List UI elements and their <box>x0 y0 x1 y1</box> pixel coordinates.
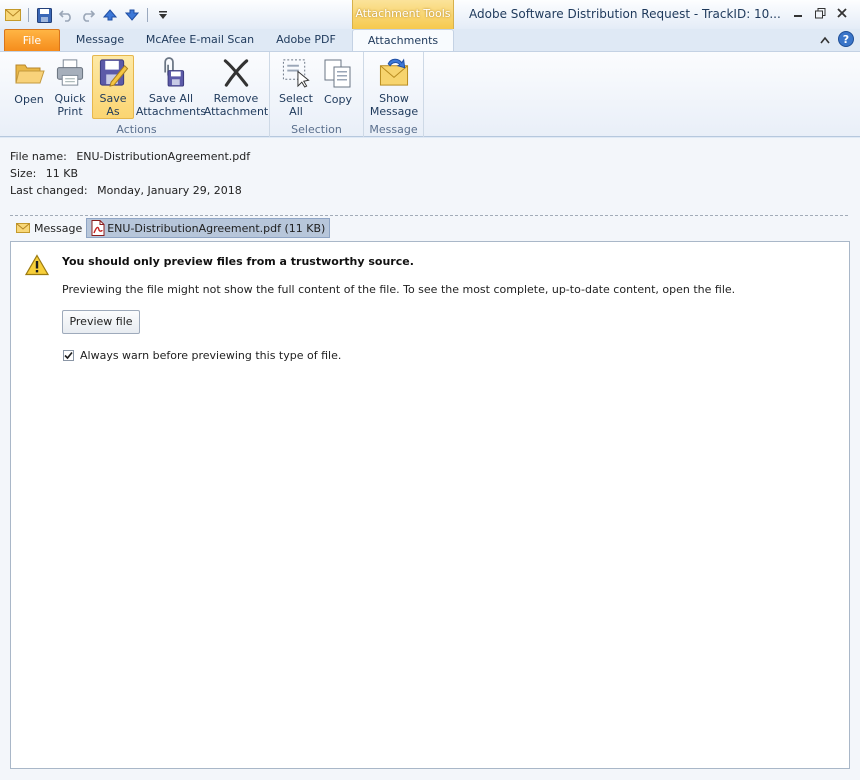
save-all-label-1: Save All <box>148 92 194 105</box>
save-all-label-2: Attachments <box>135 105 207 118</box>
collapse-ribbon-icon[interactable] <box>820 34 830 47</box>
select-all-label-2: All <box>289 105 303 118</box>
separator-line <box>10 215 848 216</box>
last-changed-label: Last changed: <box>10 184 88 197</box>
preview-pane: You should only preview files from a tru… <box>10 241 850 769</box>
warning-icon <box>25 254 49 276</box>
arrow-up-icon[interactable] <box>101 6 119 24</box>
pdf-file-icon <box>91 220 105 236</box>
remove-label-1: Remove <box>213 92 259 105</box>
copy-icon <box>324 59 351 88</box>
preview-file-button[interactable]: Preview file <box>62 310 140 334</box>
redo-icon[interactable] <box>79 6 97 24</box>
attachment-tabs: Message ENU-DistributionAgreement.pdf (1… <box>12 218 331 238</box>
window-controls <box>790 5 850 21</box>
tab-adobe-pdf[interactable]: Adobe PDF <box>264 29 348 51</box>
copy-button[interactable]: Copy <box>318 55 358 119</box>
file-size-row: Size: 11 KB <box>10 165 256 182</box>
show-message-label-1: Show <box>379 92 409 105</box>
tab-mcafee-email-scan[interactable]: McAfee E-mail Scan <box>140 29 260 51</box>
window-title: Adobe Software Distribution Request - Tr… <box>469 7 781 21</box>
file-info: File name: ENU-DistributionAgreement.pdf… <box>10 148 256 199</box>
ribbon-group-message: Show Message Message <box>364 52 424 137</box>
help-icon[interactable]: ? <box>838 31 854 50</box>
tab-message[interactable]: Message <box>64 29 136 51</box>
folder-open-icon <box>15 64 45 84</box>
pdf-attachment-tab[interactable]: ENU-DistributionAgreement.pdf (11 KB) <box>86 218 331 238</box>
last-changed-row: Last changed: Monday, January 29, 2018 <box>10 182 256 199</box>
file-size-value: 11 KB <box>45 167 79 180</box>
file-name-label: File name: <box>10 150 67 163</box>
save-all-attachments-button[interactable]: Save All Attachments <box>136 55 206 119</box>
save-as-button[interactable]: Save As <box>92 55 134 119</box>
envelope-icon <box>16 223 30 233</box>
help-area: ? <box>820 31 854 50</box>
warning-title: You should only preview files from a tru… <box>62 255 414 268</box>
ribbon-group-selection: Select All Copy Selection <box>270 52 364 137</box>
maximize-icon[interactable] <box>812 5 828 21</box>
quick-print-button[interactable]: Quick Print <box>50 55 90 119</box>
group-label-actions: Actions <box>116 123 157 136</box>
attachment-content-area: File name: ENU-DistributionAgreement.pdf… <box>0 138 860 780</box>
remove-attachment-button[interactable]: Remove Attachment <box>204 55 268 119</box>
file-size-label: Size: <box>10 167 37 180</box>
ribbon-group-actions: Open Quick Print Save As Save All Attach… <box>4 52 270 137</box>
open-button[interactable]: Open <box>8 55 50 119</box>
svg-text:?: ? <box>843 33 849 46</box>
always-warn-label: Always warn before previewing this type … <box>80 349 342 362</box>
file-name-row: File name: ENU-DistributionAgreement.pdf <box>10 148 256 165</box>
title-bar: Attachment Tools Adobe Software Distribu… <box>0 0 860 29</box>
minimize-icon[interactable] <box>790 5 806 21</box>
select-all-label-1: Select <box>279 92 313 105</box>
undo-icon[interactable] <box>57 6 75 24</box>
ribbon: Open Quick Print Save As Save All Attach… <box>0 51 860 137</box>
save-as-label-1: Save <box>99 92 127 105</box>
customize-toolbar-icon[interactable] <box>154 6 172 24</box>
group-label-message: Message <box>369 123 418 136</box>
qat-separator <box>28 8 29 22</box>
attachment-tools-context-tab: Attachment Tools <box>352 0 454 29</box>
save-as-label-2: As <box>106 105 120 118</box>
warning-text: Previewing the file might not show the f… <box>62 283 736 296</box>
select-all-button[interactable]: Select All <box>274 55 318 119</box>
save-icon[interactable] <box>35 6 53 24</box>
open-label: Open <box>14 93 44 106</box>
show-message-button[interactable]: Show Message <box>368 55 420 119</box>
tab-file[interactable]: File <box>4 29 60 51</box>
printer-icon <box>56 59 84 86</box>
pdf-tab-label: ENU-DistributionAgreement.pdf (11 KB) <box>107 221 326 235</box>
show-message-label-2: Message <box>369 105 419 118</box>
remove-label-2: Attachment <box>203 105 269 118</box>
qat-separator <box>147 8 148 22</box>
quick-access-toolbar <box>4 6 172 24</box>
save-all-attachments-icon <box>164 57 185 87</box>
checkmark-icon <box>64 351 73 360</box>
envelope-icon <box>4 6 22 24</box>
show-message-icon <box>379 58 409 86</box>
tab-attachments[interactable]: Attachments <box>352 29 454 52</box>
always-warn-row: Always warn before previewing this type … <box>63 349 341 362</box>
quick-print-label-1: Quick <box>54 92 86 105</box>
group-label-selection: Selection <box>291 123 342 136</box>
last-changed-value: Monday, January 29, 2018 <box>97 184 242 197</box>
remove-x-icon <box>223 59 249 87</box>
save-as-icon <box>99 59 129 87</box>
message-tab-label: Message <box>34 221 83 235</box>
ribbon-tab-row: File Message McAfee E-mail Scan Adobe PD… <box>0 29 860 52</box>
file-name-value: ENU-DistributionAgreement.pdf <box>76 150 251 163</box>
close-icon[interactable] <box>834 5 850 21</box>
copy-label: Copy <box>324 93 352 106</box>
quick-print-label-2: Print <box>57 105 83 118</box>
select-all-icon <box>282 59 310 88</box>
arrow-down-icon[interactable] <box>123 6 141 24</box>
always-warn-checkbox[interactable] <box>63 350 74 361</box>
message-attachment-tab[interactable]: Message <box>12 218 86 238</box>
